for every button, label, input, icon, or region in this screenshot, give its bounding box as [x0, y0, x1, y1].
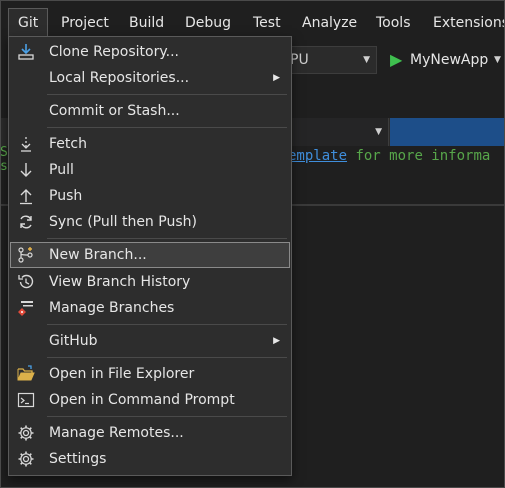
menu-item-new-branch[interactable]: New Branch... — [10, 242, 290, 268]
terminal-icon — [16, 390, 36, 410]
code-line: emplate for more informa — [288, 148, 491, 164]
fetch-icon — [16, 134, 36, 154]
menu-project[interactable]: Project — [53, 12, 117, 34]
selected-tab-strip — [390, 118, 505, 146]
menu-item-sync[interactable]: Sync (Pull then Push) — [10, 209, 290, 235]
menu-separator — [47, 238, 287, 239]
code-link[interactable]: emplate — [288, 148, 347, 164]
sync-icon — [16, 212, 36, 232]
new-branch-icon — [16, 245, 36, 265]
menu-item-push[interactable]: Push — [10, 183, 290, 209]
play-icon: ▶ — [390, 50, 403, 69]
menu-item-commit-or-stash[interactable]: Commit or Stash... — [10, 98, 290, 124]
menu-item-manage-branches[interactable]: Manage Branches — [10, 295, 290, 321]
menu-extensions[interactable]: Extensions — [425, 12, 505, 34]
menu-tools[interactable]: Tools — [368, 12, 419, 34]
menu-item-clone-repository[interactable]: Clone Repository... — [10, 39, 290, 65]
menu-item-pull[interactable]: Pull — [10, 157, 290, 183]
start-debugging-button[interactable]: ▶ MyNewApp ▼ — [386, 46, 505, 74]
platform-combo[interactable]: PU ▼ — [285, 46, 377, 74]
manage-branches-icon — [16, 298, 36, 318]
run-target-label: MyNewApp — [410, 52, 489, 68]
history-icon — [16, 272, 36, 292]
menu-separator — [47, 324, 287, 325]
menu-analyze[interactable]: Analyze — [294, 12, 365, 34]
menu-item-local-repositories[interactable]: Local Repositories... ▶ — [10, 65, 290, 91]
push-icon — [16, 186, 36, 206]
menu-git[interactable]: Git — [8, 8, 49, 37]
chevron-down-icon: ▼ — [363, 55, 370, 65]
menu-test[interactable]: Test — [245, 12, 289, 34]
menu-build[interactable]: Build — [121, 12, 172, 34]
git-menu-dropdown: Clone Repository... Local Repositories..… — [8, 36, 292, 476]
menu-item-fetch[interactable]: Fetch — [10, 131, 290, 157]
menu-item-github[interactable]: GitHub ▶ — [10, 328, 290, 354]
menu-separator — [47, 416, 287, 417]
gear-icon — [16, 449, 36, 469]
clone-icon — [16, 42, 36, 62]
menu-item-view-branch-history[interactable]: View Branch History — [10, 269, 290, 295]
code-fragment-left: Ss — [0, 145, 8, 174]
menu-separator — [47, 357, 287, 358]
member-dropdown[interactable]: ▼ — [292, 118, 389, 146]
folder-open-icon — [16, 364, 36, 384]
menu-debug[interactable]: Debug — [177, 12, 239, 34]
platform-value: PU — [290, 52, 309, 68]
menu-item-open-in-command-prompt[interactable]: Open in Command Prompt — [10, 387, 290, 413]
menu-separator — [47, 94, 287, 95]
menu-item-open-in-file-explorer[interactable]: Open in File Explorer — [10, 361, 290, 387]
menu-item-settings[interactable]: Settings — [10, 446, 290, 472]
chevron-down-icon: ▼ — [375, 127, 382, 137]
gear-icon — [16, 423, 36, 443]
submenu-arrow-icon: ▶ — [273, 73, 280, 83]
menu-separator — [47, 127, 287, 128]
submenu-arrow-icon: ▶ — [273, 336, 280, 346]
menu-item-manage-remotes[interactable]: Manage Remotes... — [10, 420, 290, 446]
pull-icon — [16, 160, 36, 180]
chevron-down-icon[interactable]: ▼ — [494, 46, 501, 74]
